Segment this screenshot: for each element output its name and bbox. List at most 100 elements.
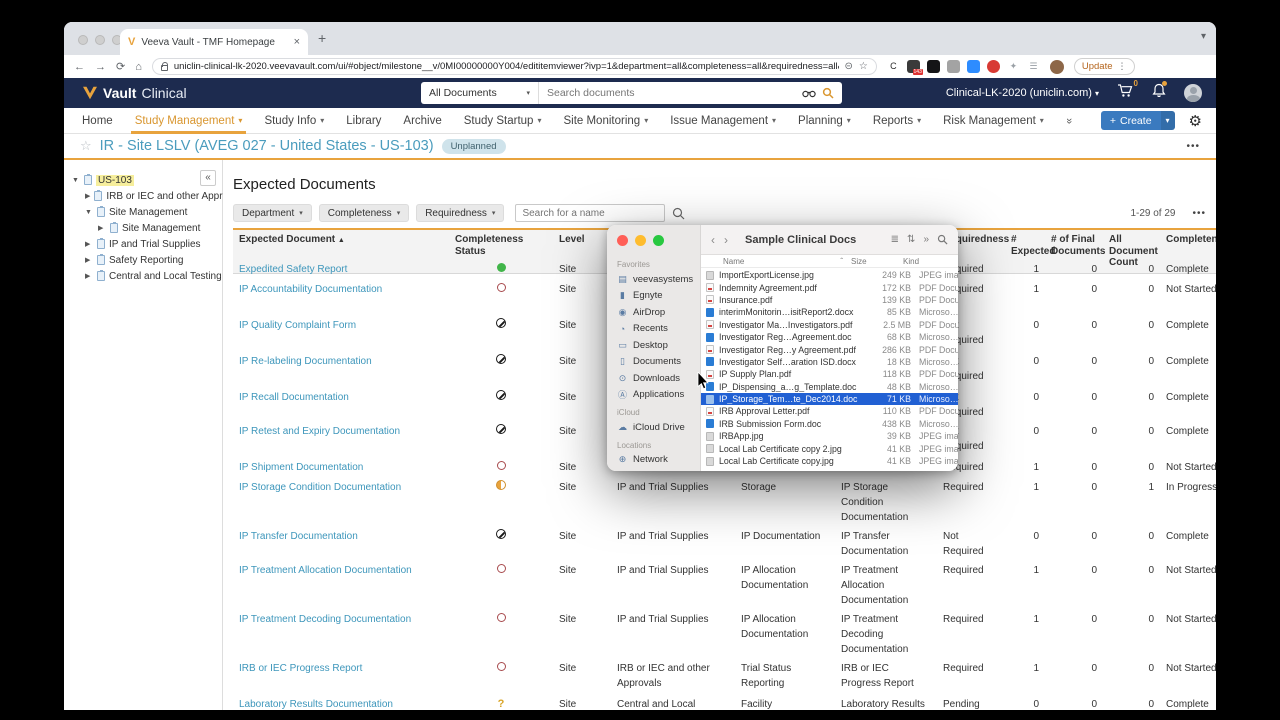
collapse-panel-button[interactable]: « [200,170,216,186]
browser-update-button[interactable]: Update ⋮ [1073,58,1135,75]
expected-document-link[interactable]: IP Storage Condition Documentation [233,476,449,525]
browser-menu-icon[interactable]: ⋮ [1118,61,1127,72]
nav-item-library[interactable]: Library [346,108,381,134]
sidebar-item-veevasystems[interactable]: ▤ veevasystems [607,271,700,288]
expected-document-link[interactable]: IP Treatment Decoding Documentation [233,608,449,657]
toolbar-overflow-icon[interactable]: » [923,234,929,245]
expected-document-link[interactable]: IP Shipment Documentation [233,456,449,476]
nav-item-home[interactable]: Home [82,108,113,134]
browser-tab[interactable]: V Veeva Vault - TMF Homepage × [120,29,308,55]
tree-item-safety-reporting[interactable]: ▶ Safety Reporting [64,252,222,268]
expected-document-link[interactable]: IP Re-labeling Documentation [233,350,449,386]
zoom-window-button[interactable] [653,235,664,246]
expected-document-link[interactable]: IRB or IEC Progress Report [233,657,449,693]
file-row[interactable]: Indemnity Agreement.pdf 172 KB PDF Documen… [701,281,958,293]
tree-item-site-management[interactable]: ▼ Site Management [64,204,222,220]
list-view-icon[interactable]: ≣ [891,234,899,245]
search-icon[interactable] [822,87,834,99]
close-window-button[interactable] [78,35,88,45]
column-size[interactable]: Size [851,257,903,266]
org-selector[interactable]: Clinical-LK-2020 (uniclin.com) ▾ [946,87,1099,99]
file-row[interactable]: Insurance.pdf 139 KB PDF Document [701,294,958,306]
column-name[interactable]: Name ˆ [723,257,851,266]
file-row[interactable]: IP_Storage_Tem…te_Dec2014.doc 71 KB Micros… [701,392,958,406]
file-row[interactable]: Investigator Reg…y Agreement.pdf 286 KB PD… [701,343,958,355]
sidebar-item-downloads[interactable]: ⊙ Downloads [607,370,700,387]
file-row[interactable]: IP_Dispensing_a…g_Template.doc 48 KB Micro… [701,381,958,393]
nav-item-archive[interactable]: Archive [403,108,441,134]
expected-document-link[interactable]: IP Quality Complaint Form [233,314,449,350]
name-search-input[interactable] [515,204,666,222]
tree-item-central-and-local-testing[interactable]: ▶ Central and Local Testing [64,268,222,284]
tree-item-irb-or-iec-and-other-appr[interactable]: ▶ IRB or IEC and other Appr [64,188,223,204]
browser-extension-icon[interactable] [946,60,960,73]
file-row[interactable]: IP Supply Plan.pdf 118 KB PDF Document [701,368,958,380]
file-row[interactable]: IRB Submission Form.doc 438 KB Microso…t (… [701,418,958,430]
back-icon[interactable]: ← [74,61,85,73]
forward-icon[interactable]: › [724,233,728,247]
column-kind[interactable]: Kind [903,257,958,266]
nav-item-issue-management[interactable]: Issue Management ▾ [670,108,776,134]
search-scope-select[interactable]: All Documents ▾ [421,82,539,104]
file-row[interactable]: Local Lab Certificate copy.jpg 41 KB JPEG … [701,455,958,467]
sidebar-item-applications[interactable]: Ⓐ Applications [607,387,700,404]
zoom-page-icon[interactable]: ⊝ [845,61,853,72]
browser-extension-icon[interactable] [926,60,940,73]
browser-extension-icon[interactable]: ☰ [1027,60,1040,73]
file-row[interactable]: Investigator Ma…Investigators.pdf 2.5 MB P… [701,319,958,331]
nav-item-planning[interactable]: Planning ▾ [798,108,851,134]
expected-document-link[interactable]: IP Transfer Documentation [233,525,449,559]
nav-item-risk-management[interactable]: Risk Management ▾ [943,108,1044,134]
finder-window-controls[interactable] [617,235,664,246]
table-menu-icon[interactable]: ••• [1192,208,1206,219]
favorite-star-icon[interactable]: ☆ [80,138,92,154]
caret-collapsed-icon[interactable]: ▶ [85,240,93,248]
create-button[interactable]: + Create ▾ [1100,111,1175,130]
expected-document-link[interactable]: IP Accountability Documentation [233,278,449,314]
caret-collapsed-icon[interactable]: ▶ [85,272,93,280]
browser-extension-icon[interactable]: C [887,60,900,73]
search-icon[interactable] [672,207,685,220]
caret-collapsed-icon[interactable]: ▶ [85,256,93,264]
tree-item-us-103[interactable]: ▼ US-103 [64,172,222,188]
nav-item-study-info[interactable]: Study Info ▾ [264,108,324,134]
binoculars-icon[interactable] [802,88,816,98]
nav-item-reports[interactable]: Reports ▾ [873,108,921,134]
sidebar-item-recents[interactable]: ◔ Recents [607,321,700,338]
back-icon[interactable]: ‹ [711,233,715,247]
caret-collapsed-icon[interactable]: ▶ [85,192,90,200]
search-icon[interactable] [937,234,948,245]
filter-completeness-button[interactable]: Completeness ▾ [318,204,410,222]
address-bar[interactable]: uniclin-clinical-lk-2020.veevavault.com/… [151,58,877,75]
browser-extension-icon[interactable]: ✦ [1007,60,1020,73]
gear-icon[interactable]: ⚙ [1189,112,1202,130]
nav-item-site-monitoring[interactable]: Site Monitoring ▾ [563,108,648,134]
expected-document-link[interactable]: IP Treatment Allocation Documentation [233,559,449,608]
tab-close-icon[interactable]: × [294,36,300,48]
create-caret[interactable]: ▾ [1160,111,1175,130]
filter-department-button[interactable]: Department ▾ [233,204,312,222]
caret-collapsed-icon[interactable]: ▶ [98,224,106,232]
window-controls[interactable] [78,35,122,45]
sort-icon[interactable]: ⇅ [907,234,915,245]
browser-extension-icon[interactable]: 143 [906,60,923,75]
url-text[interactable]: uniclin-clinical-lk-2020.veevavault.com/… [174,61,839,72]
tree-item-site-management[interactable]: ▶ Site Management [64,220,222,236]
browser-profile-avatar[interactable] [1049,59,1064,74]
file-row[interactable]: IRB Approval Letter.pdf 110 KB PDF Documen… [701,405,958,417]
search-input[interactable] [539,82,794,104]
sidebar-item-desktop[interactable]: ▭ Desktop [607,337,700,354]
reload-icon[interactable]: ⟳ [116,60,125,73]
vault-brand[interactable]: Vault Clinical [82,85,187,101]
expected-document-link[interactable]: IP Recall Documentation [233,386,449,420]
file-row[interactable]: interimMonitorin…isitReport2.docx 85 KB Mi… [701,306,958,318]
file-row[interactable]: Local Lab Certificate copy 2.jpg 41 KB JPE… [701,442,958,454]
tab-strip-chevron-icon[interactable]: ▾ [1201,31,1206,42]
file-row[interactable]: Investigator Self…aration ISD.docx 18 KB M… [701,356,958,368]
nav-item-study-startup[interactable]: Study Startup ▾ [464,108,542,134]
tree-item-ip-and-trial-supplies[interactable]: ▶ IP and Trial Supplies [64,236,222,252]
caret-expanded-icon[interactable]: ▼ [85,209,93,216]
expected-document-link[interactable]: IP Retest and Expiry Documentation [233,420,449,456]
file-row[interactable]: Investigator Reg…Agreement.doc 68 KB Micro… [701,331,958,343]
user-avatar[interactable] [1184,84,1202,102]
